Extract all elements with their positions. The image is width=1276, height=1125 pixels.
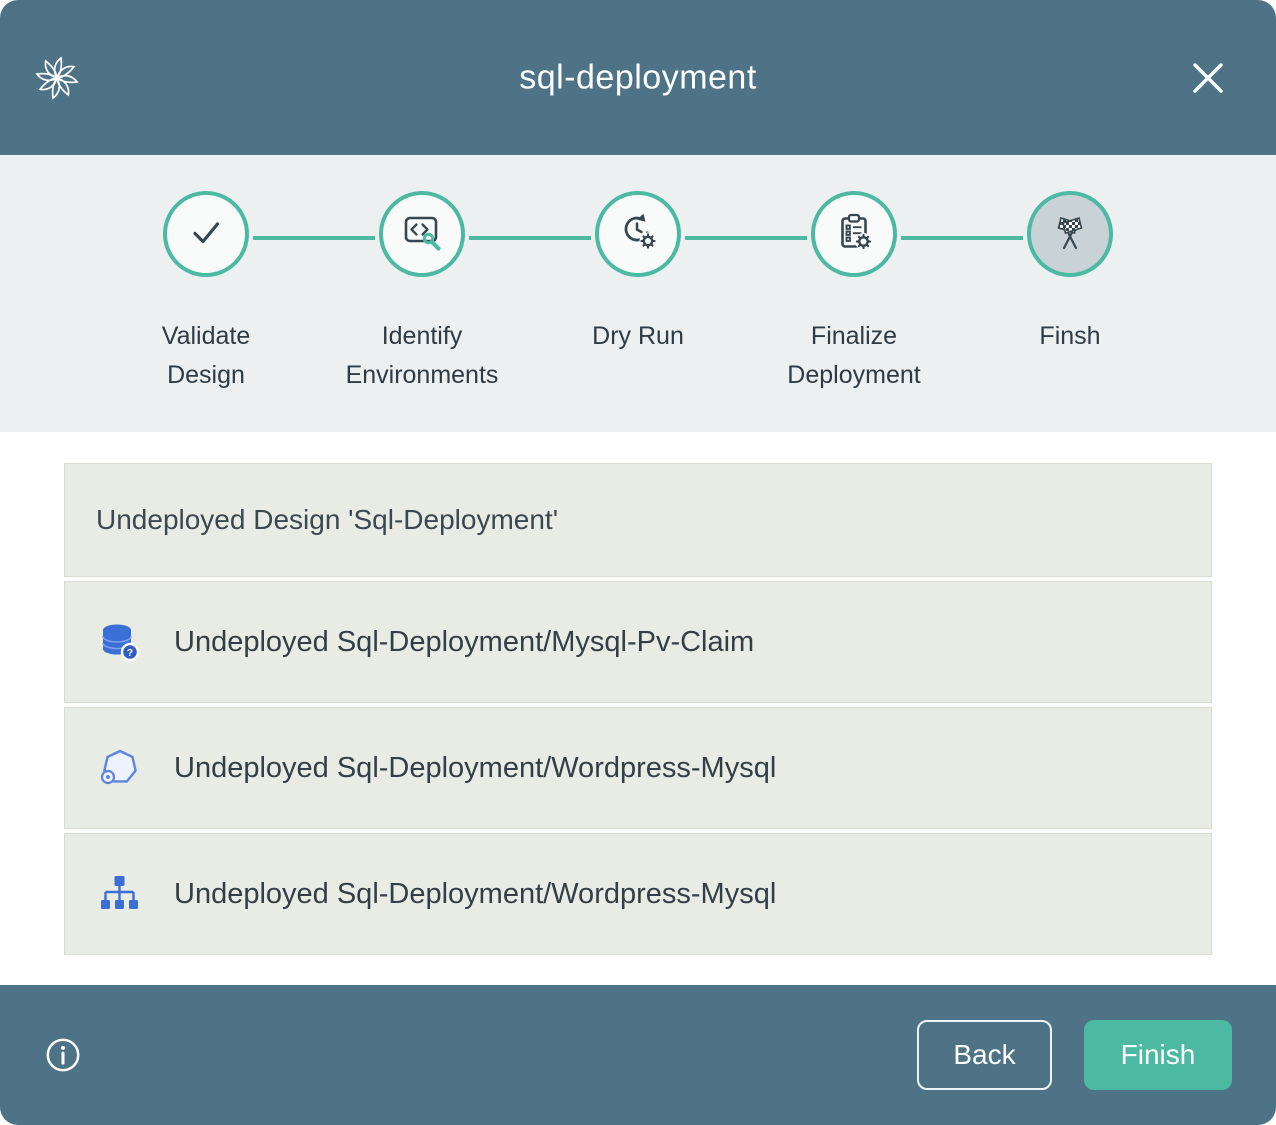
step-finish: Finsh (962, 191, 1178, 432)
step-label: Dry Run (592, 317, 684, 356)
step-finalize-deployment: Finalize Deployment (746, 191, 962, 432)
list-item: Undeployed Sql-Deployment/Wordpress-Mysq… (64, 707, 1212, 829)
topology-icon (96, 871, 142, 917)
modal-header: sql-deployment (0, 0, 1276, 155)
list-item-text: Undeployed Sql-Deployment/Wordpress-Mysq… (174, 752, 776, 785)
clipboard-gear-icon (832, 210, 876, 259)
step-label: Identify Environments (336, 317, 508, 395)
step-finalize-deployment-circle[interactable] (811, 191, 897, 277)
check-icon (184, 210, 228, 259)
list-item-text: Undeployed Sql-Deployment/Wordpress-Mysq… (174, 878, 776, 911)
deployment-log-panel: Undeployed Design 'Sql-Deployment' ? Und… (0, 432, 1276, 985)
pod-icon (96, 745, 142, 791)
list-header-row: Undeployed Design 'Sql-Deployment' (64, 463, 1212, 577)
history-gear-icon (616, 210, 660, 259)
list-item: ? Undeployed Sql-Deployment/Mysql-Pv-Cla… (64, 581, 1212, 703)
list-item-text: Undeployed Sql-Deployment/Mysql-Pv-Claim (174, 626, 754, 659)
wizard-stepper: Validate Design Identify Environme (0, 155, 1276, 432)
database-icon: ? (96, 619, 142, 665)
list-header-text: Undeployed Design 'Sql-Deployment' (96, 504, 558, 536)
step-identify-environments-circle[interactable] (379, 191, 465, 277)
step-dry-run: Dry Run (530, 191, 746, 432)
deployment-wizard-modal: sql-deployment Validate Design (0, 0, 1276, 1125)
step-label: Finsh (1039, 317, 1100, 356)
list-item: Undeployed Sql-Deployment/Wordpress-Mysq… (64, 833, 1212, 955)
step-identify-environments: Identify Environments (314, 191, 530, 432)
step-validate-design-circle[interactable] (163, 191, 249, 277)
close-icon[interactable] (1184, 54, 1232, 102)
step-label: Validate Design (120, 317, 292, 395)
modal-title: sql-deployment (0, 58, 1276, 97)
checkered-flags-icon (1048, 210, 1092, 259)
modal-footer: Back Finish (0, 985, 1276, 1125)
step-dry-run-circle[interactable] (595, 191, 681, 277)
finish-button[interactable]: Finish (1084, 1020, 1232, 1090)
step-validate-design: Validate Design (98, 191, 314, 432)
back-button[interactable]: Back (917, 1020, 1052, 1090)
info-icon[interactable] (44, 1036, 82, 1074)
step-finish-circle[interactable] (1027, 191, 1113, 277)
svg-text:?: ? (127, 647, 133, 659)
code-wrench-icon (400, 210, 444, 259)
step-label: Finalize Deployment (768, 317, 940, 395)
